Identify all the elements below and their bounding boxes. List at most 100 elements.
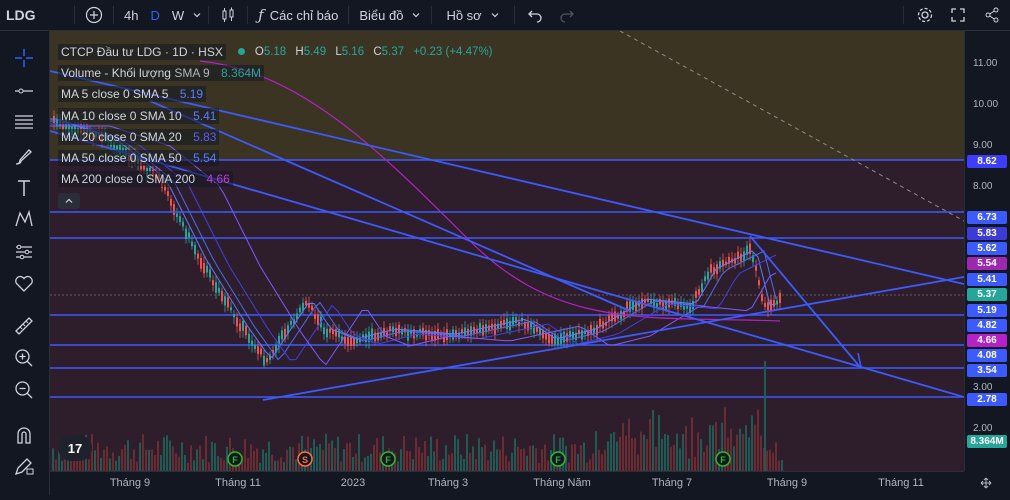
volume-bar (97, 442, 99, 471)
prediction-tool[interactable] (12, 240, 36, 264)
trendline-tool[interactable] (12, 79, 36, 103)
divider (348, 6, 350, 24)
volume-bar (352, 456, 354, 471)
price-tick: 11.00 (973, 58, 998, 69)
candlestick-icon (222, 7, 234, 22)
volume-bar (493, 440, 495, 471)
scale-corner[interactable] (964, 471, 1010, 495)
compare-symbol-button[interactable] (79, 0, 109, 30)
candle-body (176, 213, 178, 218)
legend-indicator-ma50[interactable]: MA 50 close 0 SMA 50 5.54 (58, 147, 493, 168)
volume-bar (277, 460, 279, 471)
volume-bar (751, 415, 753, 471)
volume-bar (445, 445, 447, 471)
pattern-tool[interactable] (12, 207, 36, 231)
candles-chart-type-button[interactable] (213, 0, 243, 30)
candle-body (242, 321, 244, 331)
candle-body (224, 296, 226, 306)
candle-body (596, 324, 598, 336)
volume-bar (421, 452, 423, 471)
legend-indicator-ma10[interactable]: MA 10 close 0 SMA 10 5.41 (58, 105, 493, 126)
volume-bar (568, 462, 570, 471)
interval-dropdown[interactable] (190, 0, 204, 30)
event-marker-label: F (232, 455, 238, 465)
volume-bar (586, 462, 588, 471)
volume-bar (625, 435, 627, 471)
volume-bar (262, 449, 264, 471)
legend-collapse-button[interactable] (58, 192, 80, 209)
stay-in-drawing-tool[interactable] (12, 454, 36, 478)
redo-button[interactable] (551, 0, 583, 30)
volume-bar (685, 425, 687, 471)
volume-bar (472, 446, 474, 471)
legend-indicator-ma5[interactable]: MA 5 close 0 SMA 5 5.19 (58, 84, 493, 105)
volume-bar (706, 445, 708, 471)
zoom-in-tool[interactable] (12, 346, 36, 370)
volume-bar (178, 456, 180, 471)
candle-body (239, 323, 241, 332)
volume-bar (340, 461, 342, 471)
event-marker-label: F (385, 455, 391, 465)
interval-4h[interactable]: 4h (118, 0, 144, 30)
volume-bar (646, 438, 648, 471)
candle-body (479, 322, 481, 333)
fullscreen-button[interactable] (942, 0, 974, 30)
symbol-search[interactable]: LDG (0, 0, 70, 30)
chart-layout-dropdown[interactable]: Biểu đồ (353, 0, 427, 30)
measure-tool[interactable] (12, 314, 36, 338)
price-tick: 8.00 (973, 181, 993, 192)
share-button[interactable] (974, 0, 1010, 30)
volume-bar (502, 436, 504, 471)
volume-bar (715, 421, 717, 471)
gear-icon (917, 7, 933, 23)
indicators-button[interactable]: ƒ Các chỉ báo (252, 0, 344, 30)
candle-body (251, 340, 253, 346)
crosshair-tool[interactable] (12, 46, 36, 70)
text-tool[interactable] (12, 176, 36, 200)
legend-indicator-ma20[interactable]: MA 20 close 0 SMA 20 5.83 (58, 126, 493, 147)
chevron-down-icon (193, 13, 201, 18)
tradingview-logo[interactable]: 17 (58, 435, 92, 461)
legend-indicator-volume[interactable]: Volume - Khối lượng SMA 9 8.364M (58, 62, 493, 83)
volume-bar (355, 453, 357, 471)
candle-body (215, 282, 217, 293)
candle-body (197, 253, 199, 259)
candle-body (230, 307, 232, 311)
volume-bar (697, 432, 699, 471)
undo-icon (527, 10, 542, 23)
interval-w[interactable]: W (166, 0, 190, 30)
volume-bar (643, 434, 645, 471)
candle-body (767, 302, 769, 311)
time-tick: Tháng 9 (766, 477, 808, 489)
volume-bar (52, 448, 54, 471)
magnet-tool[interactable] (12, 423, 36, 447)
profile-dropdown[interactable]: Hồ sơ (436, 0, 509, 30)
volume-bar (523, 448, 525, 471)
volume-bar (409, 451, 411, 471)
price-scale[interactable]: 11.00 10.00 9.00 8.00 2.00 3.00 8.62 6.7… (964, 31, 1010, 471)
symbol-title[interactable]: CTCP Đầu tư LDG · 1D · HSX (58, 43, 226, 60)
volume-bar (748, 437, 750, 471)
price-label: 5.41 (967, 273, 1007, 286)
volume-bar (475, 459, 477, 471)
settings-button[interactable] (908, 0, 942, 30)
volume-bar (754, 424, 756, 471)
volume-bar (136, 461, 138, 471)
legend-indicator-ma200[interactable]: MA 200 close 0 SMA 200 4.66 (58, 169, 493, 190)
candle-body (323, 327, 325, 335)
brush-tool[interactable] (12, 144, 36, 168)
redo-icon (560, 10, 574, 23)
candle-body (353, 337, 355, 346)
time-tick: Tháng 3 (427, 477, 469, 489)
volume-bar (442, 458, 444, 471)
interval-d[interactable]: D (144, 0, 165, 30)
icons-tool[interactable] (12, 271, 36, 295)
divider (513, 6, 515, 24)
volume-bar (484, 444, 486, 471)
fib-tool[interactable] (12, 110, 36, 134)
time-scale[interactable]: Tháng 9 Tháng 11 2023 Tháng 3 Tháng Năm … (50, 471, 964, 496)
volume-bar (529, 445, 531, 471)
volume-bar (778, 460, 780, 471)
undo-button[interactable] (519, 0, 551, 30)
zoom-out-tool[interactable] (12, 378, 36, 402)
